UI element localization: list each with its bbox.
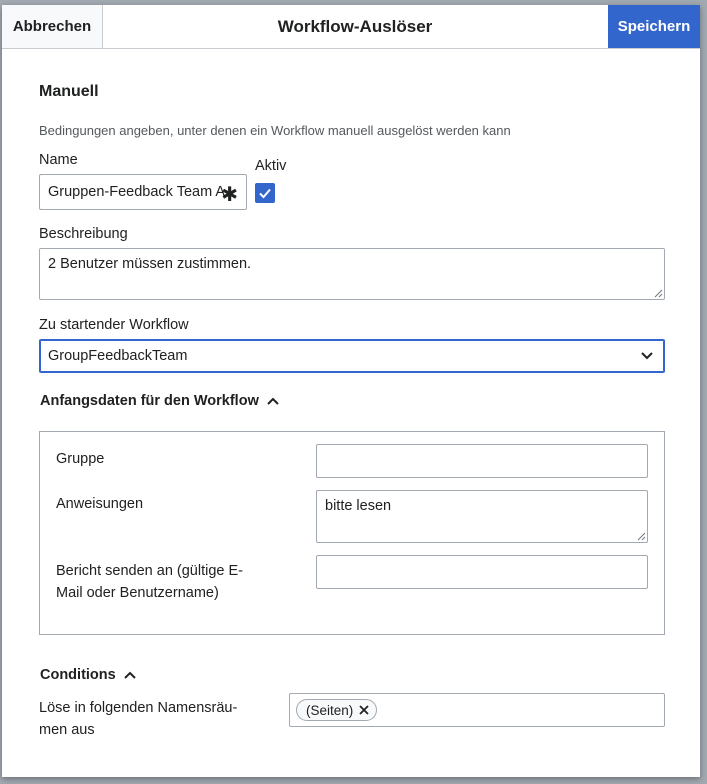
description-label: Beschreibung xyxy=(39,226,128,242)
chevron-up-icon xyxy=(267,397,279,405)
section-help-text: Bedingungen angeben, unter denen ein Wor… xyxy=(39,123,511,138)
report-recipient-label: Bericht senden an (gültige E- Mail oder … xyxy=(56,560,243,604)
required-asterisk-icon: ✱ xyxy=(221,184,238,206)
namespaces-label: Löse in folgenden Namensräu- men aus xyxy=(39,697,237,741)
report-label-line1: Bericht senden an (gültige E- xyxy=(56,563,243,579)
report-label-line2: Mail oder Benutzername) xyxy=(56,585,219,601)
chevron-down-icon xyxy=(641,352,653,360)
initial-data-title: Anfangsdaten für den Workflow xyxy=(40,393,259,409)
workflow-selected-value: GroupFeedbackTeam xyxy=(48,348,188,364)
chevron-up-icon xyxy=(124,671,136,679)
cancel-button[interactable]: Abbrechen xyxy=(2,5,103,48)
namespaces-label-line1: Löse in folgenden Namensräu- xyxy=(39,700,238,716)
workflow-label: Zu startender Workflow xyxy=(39,317,189,333)
namespaces-multiselect[interactable]: (Seiten) xyxy=(289,693,665,727)
description-textarea[interactable]: 2 Benutzer müssen zustimmen. xyxy=(39,248,665,300)
workflow-trigger-dialog: Abbrechen Workflow-Auslöser Speichern Ma… xyxy=(2,5,700,777)
group-input[interactable] xyxy=(316,444,648,478)
namespace-tag: (Seiten) xyxy=(296,699,378,721)
conditions-title: Conditions xyxy=(40,667,116,683)
instructions-value: bitte lesen xyxy=(325,498,392,514)
initial-data-panel: Gruppe Anweisungen bitte lesen Bericht s… xyxy=(39,431,665,635)
dialog-title: Workflow-Auslöser xyxy=(277,16,433,36)
resize-handle-icon[interactable] xyxy=(637,532,646,541)
instructions-label: Anweisungen xyxy=(56,496,144,512)
active-checkbox[interactable] xyxy=(255,183,275,203)
resize-handle-icon[interactable] xyxy=(654,289,663,298)
workflow-select[interactable]: GroupFeedbackTeam xyxy=(39,339,665,373)
group-label: Gruppe xyxy=(56,451,105,467)
save-button[interactable]: Speichern xyxy=(608,5,700,48)
namespaces-label-line2: men aus xyxy=(39,722,95,738)
name-value: Gruppen-Feedback Team A xyxy=(48,184,226,200)
remove-tag-icon[interactable] xyxy=(358,704,370,716)
section-title: Manuell xyxy=(39,83,99,100)
active-label: Aktiv xyxy=(255,158,287,174)
conditions-toggle[interactable]: Conditions xyxy=(40,667,136,683)
report-recipient-input[interactable] xyxy=(316,555,648,589)
instructions-textarea[interactable]: bitte lesen xyxy=(316,490,648,543)
dialog-header: Abbrechen Workflow-Auslöser Speichern xyxy=(2,5,700,49)
check-icon xyxy=(259,188,271,199)
name-label: Name xyxy=(39,152,78,168)
description-value: 2 Benutzer müssen zustimmen. xyxy=(48,256,252,272)
namespace-tag-label: (Seiten) xyxy=(306,702,354,718)
name-field[interactable]: Gruppen-Feedback Team A ✱ xyxy=(39,174,247,210)
initial-data-toggle[interactable]: Anfangsdaten für den Workflow xyxy=(40,393,279,409)
